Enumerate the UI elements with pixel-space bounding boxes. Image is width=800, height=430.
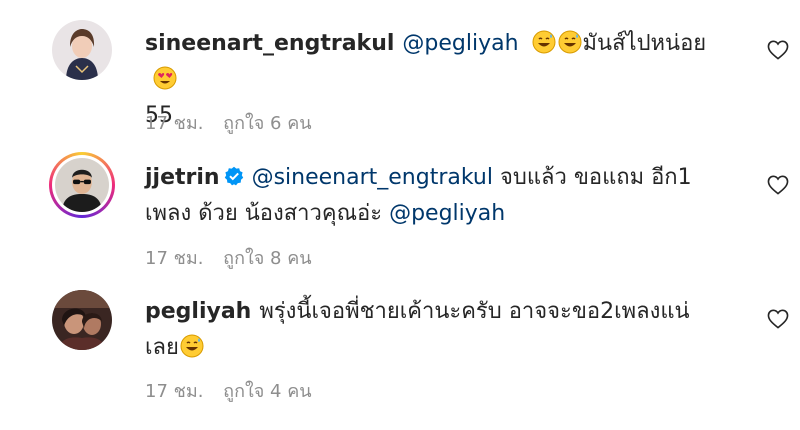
likes-count[interactable]: ถูกใจ 8 คน [223,248,311,269]
timestamp[interactable]: 17 ชม. [145,381,203,402]
comment-body-line2: เพลง ด้วย น้องสาวคุณอ่ะ [145,201,383,226]
mention-link[interactable]: @pegliyah [389,201,505,226]
heart-like-icon[interactable] [767,175,789,195]
username[interactable]: sineenart_engtrakul [145,31,394,56]
grinning-sweat-emoji-icon [558,30,582,54]
mention-link[interactable]: @pegliyah [402,31,518,56]
comment-body-text: จบแล้ว ขอแถม อีก1 [499,165,692,190]
comment-2: jjetrin @sineenart_engtrakul จบแล้ว ขอแถ… [0,140,800,280]
comment-meta: 17 ชม. ถูกใจ 4 คน [145,376,326,405]
heart-like-icon[interactable] [767,309,789,329]
likes-count[interactable]: ถูกใจ 6 คน [223,113,311,134]
comment-1: sineenart_engtrakul @pegliyah มันส์ไปหน่อ… [0,0,800,140]
likes-count[interactable]: ถูกใจ 4 คน [223,381,311,402]
verified-badge-icon [224,166,243,186]
grinning-sweat-emoji-icon [532,30,556,54]
heart-eyes-emoji-icon [153,66,177,90]
comment-meta: 17 ชม. ถูกใจ 6 คน [145,108,326,137]
woman-portrait-avatar-icon [52,20,112,80]
comment-3: pegliyah พรุ่งนี้เจอพี่ชายเค้านะครับ อาจจ… [0,280,800,430]
comment-body-line2: เลย [145,335,179,360]
comment-body-text: พรุ่งนี้เจอพี่ชายเค้านะครับ อาจจะขอ2เพลง… [259,299,690,324]
comment-text: jjetrin @sineenart_engtrakul จบแล้ว ขอแถ… [145,160,725,232]
heart-like-icon[interactable] [767,40,789,60]
timestamp[interactable]: 17 ชม. [145,248,203,269]
story-ring[interactable] [49,152,115,218]
username[interactable]: jjetrin [145,165,220,190]
username[interactable]: pegliyah [145,299,251,324]
timestamp[interactable]: 17 ชม. [145,113,203,134]
avatar[interactable] [52,20,112,80]
woman-dark-photo-avatar-icon [52,290,112,350]
avatar [55,158,109,212]
grinning-sweat-emoji-icon [180,334,204,358]
comment-text: pegliyah พรุ่งนี้เจอพี่ชายเค้านะครับ อาจจ… [145,294,725,366]
man-sunglasses-avatar-icon [55,158,109,212]
comment-meta: 17 ชม. ถูกใจ 8 คน [145,243,326,272]
avatar[interactable] [52,290,112,350]
comment-body-text: มันส์ไปหน่อย [582,31,707,56]
mention-link[interactable]: @sineenart_engtrakul [252,165,493,190]
